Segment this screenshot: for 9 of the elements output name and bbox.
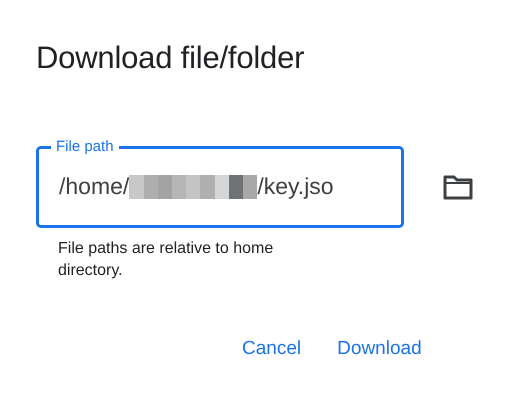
folder-icon[interactable] bbox=[442, 175, 474, 201]
field-label: File path bbox=[55, 138, 115, 156]
path-text: /home/ bbox=[59, 173, 130, 200]
dialog-button[interactable]: Download bbox=[327, 332, 432, 366]
path-text: /key.jso bbox=[257, 173, 334, 200]
file-path-field[interactable]: File path /home/ /key.jso bbox=[36, 138, 404, 228]
dialog-button[interactable]: Cancel bbox=[232, 332, 312, 366]
dialog-title: Download file/folder bbox=[36, 39, 304, 77]
helper-text: File paths are relative to home directory. bbox=[58, 239, 274, 281]
